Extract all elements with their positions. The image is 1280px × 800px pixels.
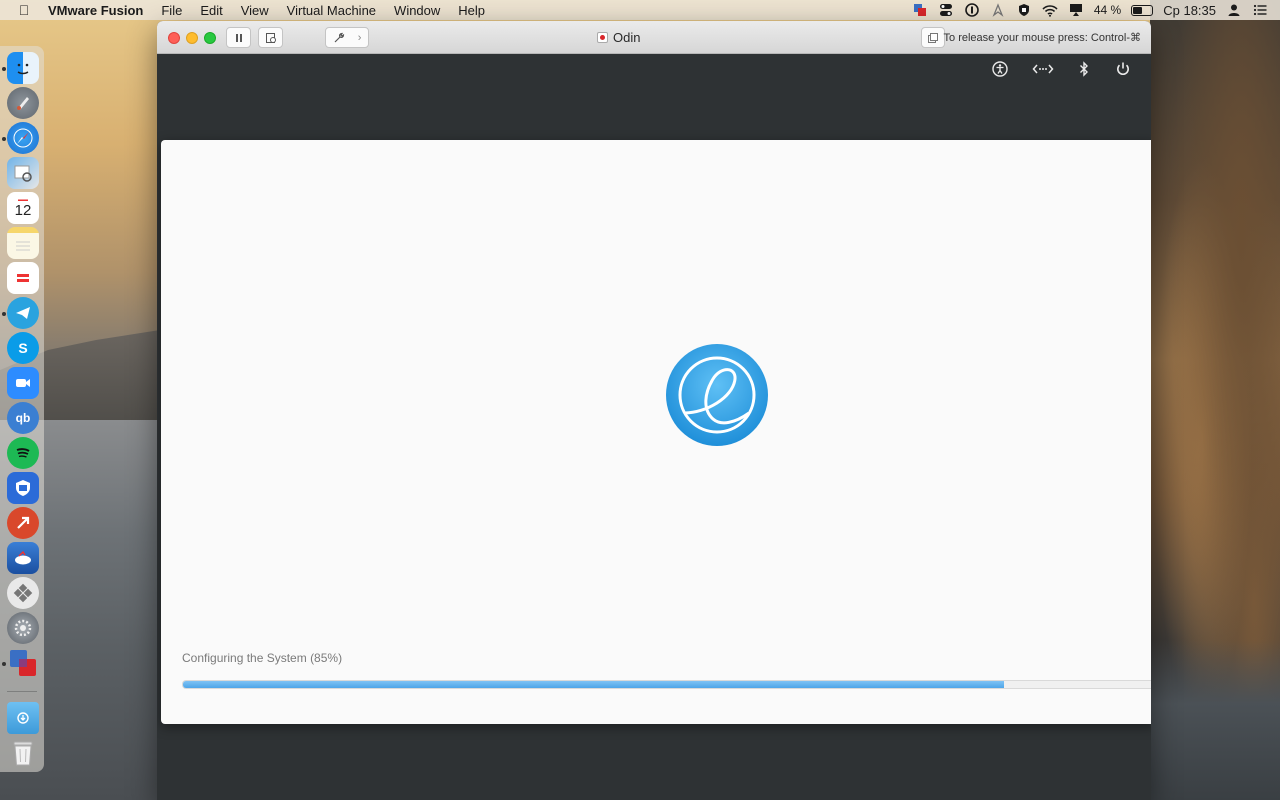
elementary-logo <box>665 343 769 447</box>
adguard-icon[interactable] <box>7 472 39 504</box>
menu-app-name[interactable]: VMware Fusion <box>48 3 143 18</box>
user-icon[interactable] <box>1226 3 1242 17</box>
menu-virtual-machine[interactable]: Virtual Machine <box>287 3 376 18</box>
installer-dialog: Configuring the System (85%) <box>161 140 1151 724</box>
menubar-clock[interactable]: Ср 18:35 <box>1163 3 1216 18</box>
desktop-wallpaper-sea-right <box>1150 640 1280 800</box>
cloud-icon[interactable] <box>7 542 39 574</box>
wrench-icon <box>334 32 344 42</box>
network-icon[interactable] <box>1032 60 1054 78</box>
close-button[interactable] <box>168 32 180 44</box>
airplay-icon[interactable] <box>1068 3 1084 17</box>
calendar-day: 12 <box>14 202 32 219</box>
chevron-right-icon: › <box>357 31 362 44</box>
remote-desktop-icon[interactable] <box>7 507 39 539</box>
control-center-icon[interactable] <box>938 3 954 17</box>
bluetooth-icon[interactable] <box>1075 60 1093 78</box>
progress-bar <box>182 680 1151 689</box>
window-title: Odin <box>597 30 640 45</box>
zoom-icon[interactable] <box>7 367 39 399</box>
dock-running-indicator <box>2 662 6 666</box>
battery-icon[interactable] <box>1131 4 1154 16</box>
zoom-button[interactable] <box>204 32 216 44</box>
app-icon[interactable] <box>7 262 39 294</box>
menu-view[interactable]: View <box>241 3 269 18</box>
minimize-button[interactable] <box>186 32 198 44</box>
dock-running-indicator <box>2 137 6 141</box>
preview-icon[interactable] <box>7 157 39 189</box>
window-mode-icon <box>928 32 938 43</box>
vmware-icon[interactable] <box>7 647 39 679</box>
dock-separator <box>7 691 37 692</box>
vm-icon <box>597 32 608 43</box>
apple-icon[interactable]:  <box>14 2 34 18</box>
location-icon[interactable] <box>990 3 1006 17</box>
battery-percent: 44 % <box>1093 3 1122 17</box>
wifi-icon[interactable] <box>1042 3 1058 17</box>
downloads-folder-icon[interactable] <box>7 702 39 734</box>
spotify-icon[interactable] <box>7 437 39 469</box>
launchpad-icon[interactable] <box>7 87 39 119</box>
progress-label: Configuring the System (85%) <box>182 651 343 665</box>
snapshot-button[interactable] <box>258 27 283 48</box>
menu-edit[interactable]: Edit <box>200 3 222 18</box>
onepassword-icon[interactable] <box>964 3 980 17</box>
pause-button[interactable] <box>226 27 251 48</box>
guest-panel-indicators <box>951 60 1151 80</box>
snapshot-icon <box>265 32 276 43</box>
unity-button[interactable] <box>921 27 945 48</box>
status-area: 44 % Ср 18:35 <box>912 3 1280 18</box>
skype-icon[interactable]: S <box>7 332 39 364</box>
finder-icon[interactable] <box>7 52 39 84</box>
dock-running-indicator <box>2 312 6 316</box>
accessibility-icon[interactable] <box>991 60 1009 78</box>
window-title-text: Odin <box>613 30 641 45</box>
window-titlebar: › Odin To release your mouse press: Cont… <box>157 21 1151 54</box>
settings-button[interactable]: › <box>325 27 369 48</box>
trash-icon[interactable] <box>7 737 39 769</box>
shield-icon[interactable] <box>1016 3 1032 17</box>
list-icon[interactable] <box>1252 3 1268 17</box>
pause-icon <box>235 33 242 42</box>
qbittorrent-icon[interactable]: qb <box>7 402 39 434</box>
progress-bar-fill <box>183 681 1005 688</box>
safari-icon[interactable] <box>7 122 39 154</box>
vmware-icon[interactable] <box>912 3 928 17</box>
menu-bar:  VMware Fusion File Edit View Virtual M… <box>0 0 1280 20</box>
notes-icon[interactable] <box>7 227 39 259</box>
vm-window: › Odin To release your mouse press: Cont… <box>157 21 1151 800</box>
menu-help[interactable]: Help <box>458 3 485 18</box>
dock: ▬▬ 12 S qb <box>0 46 44 772</box>
system-preferences-icon[interactable] <box>7 612 39 644</box>
release-mouse-hint: To release your mouse press: Control-⌘ <box>943 32 1141 44</box>
calendar-icon[interactable]: ▬▬ 12 <box>7 192 39 224</box>
settings-icon[interactable] <box>7 577 39 609</box>
dock-running-indicator <box>2 67 6 71</box>
menu-window[interactable]: Window <box>394 3 440 18</box>
telegram-icon[interactable] <box>7 297 39 329</box>
menu-file[interactable]: File <box>161 3 182 18</box>
power-icon[interactable] <box>1114 60 1132 78</box>
